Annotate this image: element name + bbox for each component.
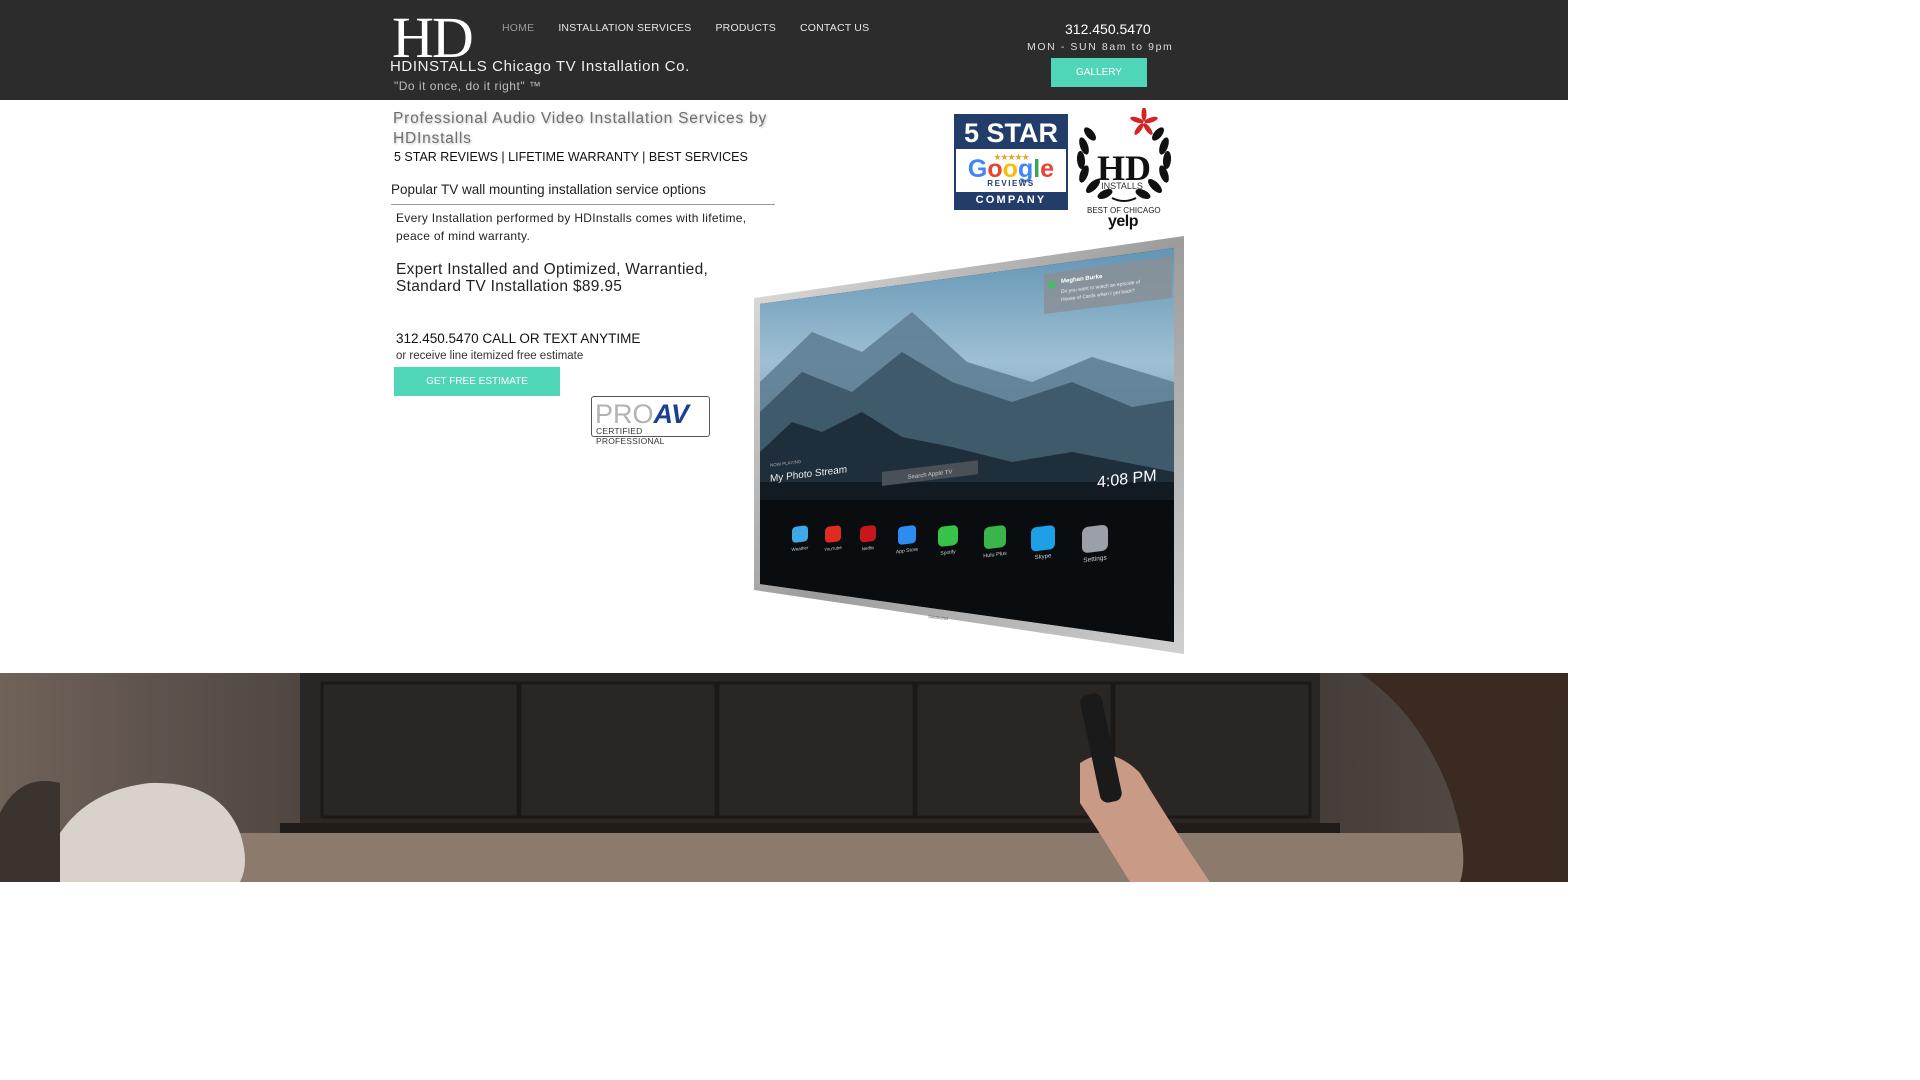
yelp-wordmark: yelp bbox=[1108, 213, 1139, 230]
nav-contact-us[interactable]: CONTACT US bbox=[788, 22, 881, 36]
proav-certified-badge: PROAV CERTIFIED PROFESSIONAL bbox=[591, 396, 710, 446]
proav-pro: PRO bbox=[595, 399, 654, 429]
proav-certified-label: CERTIFIED PROFESSIONAL bbox=[596, 426, 665, 446]
proav-av: AV bbox=[653, 399, 690, 429]
hulu-plus-app-icon bbox=[984, 525, 1006, 549]
warranty-text: Every Installation performed by HDInstal… bbox=[396, 211, 747, 243]
weather-app-icon bbox=[792, 525, 808, 543]
business-hours: MON - SUN 8am to 9pm bbox=[1027, 41, 1174, 53]
tagline: "Do it once, do it right" ™ bbox=[394, 79, 542, 93]
standard-install-offer: Expert Installed and Optimized, Warranti… bbox=[396, 261, 709, 295]
call-phone-line: 312.450.5470 CALL OR TEXT ANYTIME bbox=[396, 331, 641, 346]
section-heading: Popular TV wall mounting installation se… bbox=[391, 182, 775, 205]
site-header: HD HDINSTALLS Chicago TV Installation Co… bbox=[0, 0, 1568, 100]
gallery-button[interactable]: GALLERY bbox=[1051, 58, 1147, 87]
header-phone[interactable]: 312.450.5470 bbox=[1065, 21, 1151, 37]
yelp-badge-installs: INSTALLS bbox=[1101, 181, 1143, 191]
app-store-icon bbox=[898, 525, 916, 545]
nav-products[interactable]: PRODUCTS bbox=[703, 22, 788, 36]
badge-five-star-text: 5 STAR bbox=[956, 116, 1066, 149]
skype-app-icon bbox=[1031, 525, 1055, 552]
youtube-app-icon bbox=[825, 525, 841, 543]
nav-installation-services[interactable]: INSTALLATION SERVICES bbox=[546, 22, 703, 36]
netflix-app-icon bbox=[860, 525, 876, 543]
badge-company-text: COMPANY bbox=[956, 192, 1066, 208]
spotify-app-icon bbox=[938, 525, 958, 547]
page-title: Professional Audio Video Installation Se… bbox=[393, 110, 768, 147]
main-nav: HOME INSTALLATION SERVICES PRODUCTS CONT… bbox=[490, 22, 881, 36]
nav-home[interactable]: HOME bbox=[490, 22, 546, 36]
hero-living-room-image bbox=[0, 673, 1568, 882]
settings-app-icon bbox=[1082, 524, 1108, 553]
badge-reviews-text: REVIEWS bbox=[987, 179, 1035, 188]
best-of-chicago-yelp-badge: HD INSTALLS BEST OF CHICAGO yelp bbox=[1072, 107, 1176, 232]
tv-product-image: NOW PLAYING My Photo Stream Search Apple… bbox=[754, 236, 1184, 654]
laurel-wreath-icon: HD INSTALLS bbox=[1076, 107, 1172, 202]
estimate-note: or receive line itemized free estimate bbox=[396, 350, 584, 362]
yelp-burst-icon bbox=[1130, 107, 1158, 135]
get-free-estimate-button[interactable]: GET FREE ESTIMATE bbox=[394, 367, 560, 396]
reviews-highlight: 5 STAR REVIEWS | LIFETIME WARRANTY | BES… bbox=[394, 150, 748, 164]
brand-name[interactable]: HDINSTALLS Chicago TV Installation Co. bbox=[390, 58, 690, 75]
tv-brand-label: SAMSUNG bbox=[928, 614, 949, 621]
five-star-google-badge: 5 STAR ★★★★★ Google REVIEWS COMPANY bbox=[954, 114, 1068, 210]
